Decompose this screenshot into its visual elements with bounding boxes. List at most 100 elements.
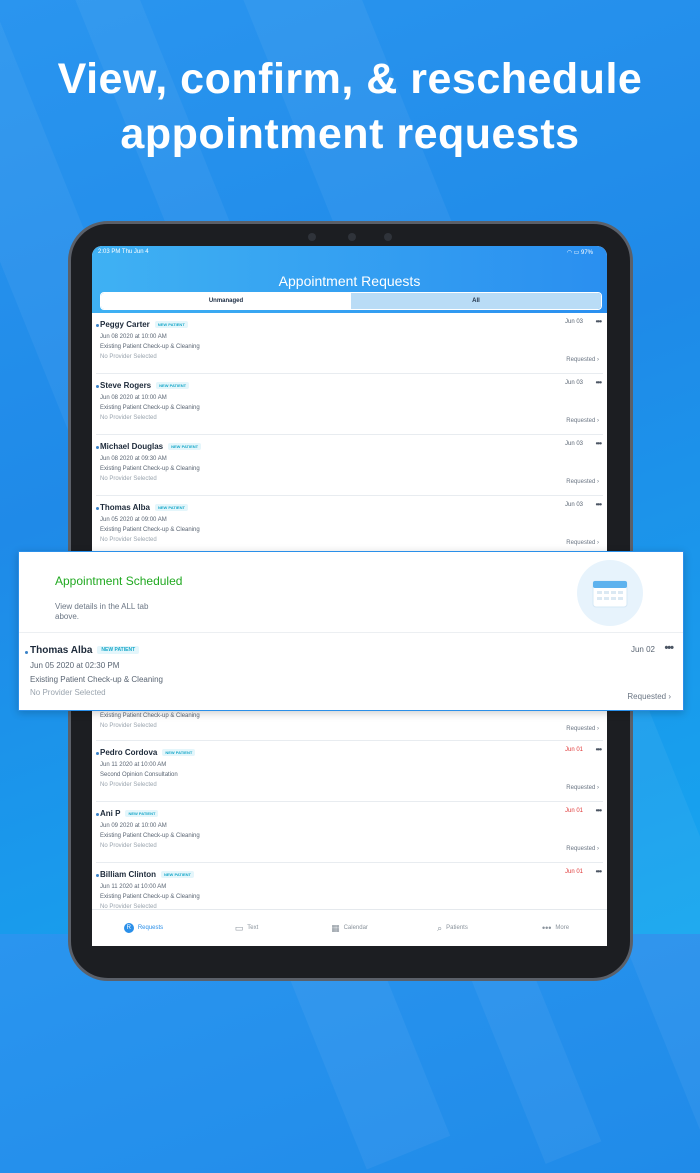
new-patient-badge: NEW PATIENT	[125, 810, 159, 818]
new-patient-badge: NEW PATIENT	[168, 443, 202, 451]
tab-patients[interactable]: ⌕ Patients	[401, 910, 504, 946]
more-dots-icon[interactable]: •••	[596, 500, 602, 509]
more-dots-icon[interactable]: •••	[596, 378, 602, 387]
request-status[interactable]: Requested ›	[566, 846, 599, 852]
request-date: Jun 01	[564, 808, 583, 814]
new-patient-badge: NEW PATIENT	[154, 504, 188, 512]
status-dot	[96, 446, 99, 449]
request-provider: No Provider Selected	[30, 688, 106, 697]
request-datetime: Jun 09 2020 at 10:00 AM	[100, 823, 167, 829]
page-title: Appointment Requests	[278, 273, 421, 289]
patient-name: Steve Rogers NEW PATIENT	[100, 381, 190, 390]
chevron-right-icon: ›	[597, 479, 599, 485]
status-dot	[96, 385, 99, 388]
new-patient-badge: NEW PATIENT	[154, 321, 188, 329]
tab-requests[interactable]: R Requests	[92, 910, 195, 946]
chevron-right-icon: ›	[597, 785, 599, 791]
new-patient-badge: NEW PATIENT	[162, 749, 196, 757]
more-dots-icon: •••	[541, 923, 552, 933]
request-provider: No Provider Selected	[100, 415, 157, 421]
chevron-right-icon: ›	[597, 726, 599, 732]
status-dot	[96, 813, 99, 816]
request-status[interactable]: Requested ›	[566, 726, 599, 732]
request-datetime: Jun 08 2020 at 10:00 AM	[100, 395, 167, 401]
request-provider: No Provider Selected	[100, 354, 157, 360]
request-status[interactable]: Requested ›	[566, 418, 599, 424]
headline: View, confirm, & reschedule appointment …	[0, 52, 700, 162]
request-reason: Existing Patient Check-up & Cleaning	[100, 527, 200, 533]
calendar-icon: ▦	[331, 922, 340, 933]
request-provider: No Provider Selected	[100, 723, 157, 729]
more-dots-icon[interactable]: •••	[596, 806, 602, 815]
request-reason: Existing Patient Check-up & Cleaning	[30, 675, 163, 684]
request-reason: Existing Patient Check-up & Cleaning	[100, 405, 200, 411]
patient-name: Thomas Alba NEW PATIENT	[100, 503, 188, 512]
request-list: Peggy Carter NEW PATIENT Jun 08 2020 at 1…	[92, 313, 607, 557]
requests-icon: R	[123, 923, 134, 933]
request-reason: Existing Patient Check-up & Cleaning	[100, 344, 200, 350]
request-datetime: Jun 05 2020 at 09:00 AM	[100, 517, 167, 523]
camera-icon	[384, 233, 392, 241]
list-item[interactable]: Pedro Cordova NEW PATIENT Jun 11 2020 at …	[96, 741, 603, 802]
request-date: Jun 03	[564, 441, 583, 447]
more-dots-icon[interactable]: •••	[596, 745, 602, 754]
tab-all[interactable]: All	[351, 293, 601, 309]
list-item[interactable]: Thomas Alba NEW PATIENT Jun 05 2020 at 09…	[96, 496, 603, 557]
request-provider: No Provider Selected	[100, 843, 157, 849]
camera-icon	[308, 233, 316, 241]
request-reason: Existing Patient Check-up & Cleaning	[100, 833, 200, 839]
tab-calendar[interactable]: ▦ Calendar	[298, 910, 401, 946]
list-item[interactable]: Michael Douglas NEW PATIENT Jun 08 2020 a…	[96, 435, 603, 496]
chevron-right-icon: ›	[597, 357, 599, 363]
new-patient-badge: NEW PATIENT	[156, 382, 190, 390]
request-datetime: Jun 08 2020 at 09:30 AM	[100, 456, 167, 462]
patient-name: Pedro Cordova NEW PATIENT	[100, 748, 196, 757]
wifi-icon: ◠ ▭	[566, 250, 581, 256]
request-date: Jun 03	[564, 380, 583, 386]
status-dot	[96, 752, 99, 755]
request-datetime: Jun 11 2020 at 10:00 AM	[100, 762, 167, 768]
app-header: 2:03 PM Thu Jun 4 ◠ ▭ 97% Appointment Re…	[92, 246, 607, 313]
list-item[interactable]: Peggy Carter NEW PATIENT Jun 08 2020 at 1…	[96, 313, 603, 374]
toast-message: View details in the ALL tab above.	[55, 602, 149, 621]
more-dots-icon[interactable]: •••	[596, 317, 602, 326]
more-dots-icon[interactable]: •••	[596, 439, 602, 448]
request-datetime: Jun 08 2020 at 10:00 AM	[100, 334, 167, 340]
request-status[interactable]: Requested ›	[566, 479, 599, 485]
request-date: Jun 01	[564, 747, 583, 753]
list-item[interactable]: Ani P NEW PATIENT Jun 09 2020 at 10:00 AM…	[96, 802, 603, 863]
request-date: Jun 03	[564, 319, 583, 325]
request-date: Jun 03	[564, 502, 583, 508]
request-status[interactable]: Requested ›	[566, 540, 599, 546]
chevron-right-icon: ›	[597, 418, 599, 424]
tab-unmanaged[interactable]: Unmanaged	[101, 293, 351, 309]
calendar-icon	[577, 560, 643, 626]
chevron-right-icon: ›	[597, 846, 599, 852]
list-item[interactable]: Steve Rogers NEW PATIENT Jun 08 2020 at 1…	[96, 374, 603, 435]
scheduled-toast: Appointment Scheduled View details in th…	[18, 551, 684, 711]
status-battery: ◠ ▭ 97%	[566, 250, 593, 256]
camera-icon	[348, 233, 356, 241]
request-reason: Second Opinion Consultation	[100, 772, 178, 778]
segmented-control: Unmanaged All	[100, 292, 602, 310]
request-reason: Existing Patient Check-up & Cleaning	[100, 894, 200, 900]
request-status[interactable]: Requested ›	[566, 785, 599, 791]
request-datetime: Jun 11 2020 at 10:00 AM	[100, 884, 167, 890]
headline-line-1: View, confirm, & reschedule	[57, 55, 643, 103]
patient-name[interactable]: Thomas Alba NEW PATIENT	[30, 645, 140, 656]
request-status[interactable]: Requested ›	[566, 357, 599, 363]
request-status[interactable]: Requested ›	[627, 692, 671, 701]
request-provider: No Provider Selected	[100, 476, 157, 482]
chevron-right-icon: ›	[597, 540, 599, 546]
more-dots-icon[interactable]: •••	[596, 867, 602, 876]
request-datetime: Jun 05 2020 at 02:30 PM	[30, 661, 120, 670]
headline-line-2: appointment requests	[120, 110, 580, 158]
status-dot	[96, 507, 99, 510]
tab-more[interactable]: ••• More	[504, 910, 607, 946]
request-provider: No Provider Selected	[100, 782, 157, 788]
new-patient-badge: NEW PATIENT	[161, 871, 194, 879]
patient-name: Peggy Carter NEW PATIENT	[100, 320, 188, 329]
tab-text[interactable]: ▭ Text	[195, 910, 298, 946]
more-dots-icon[interactable]: •••	[664, 642, 674, 654]
request-date: Jun 01	[564, 869, 583, 875]
